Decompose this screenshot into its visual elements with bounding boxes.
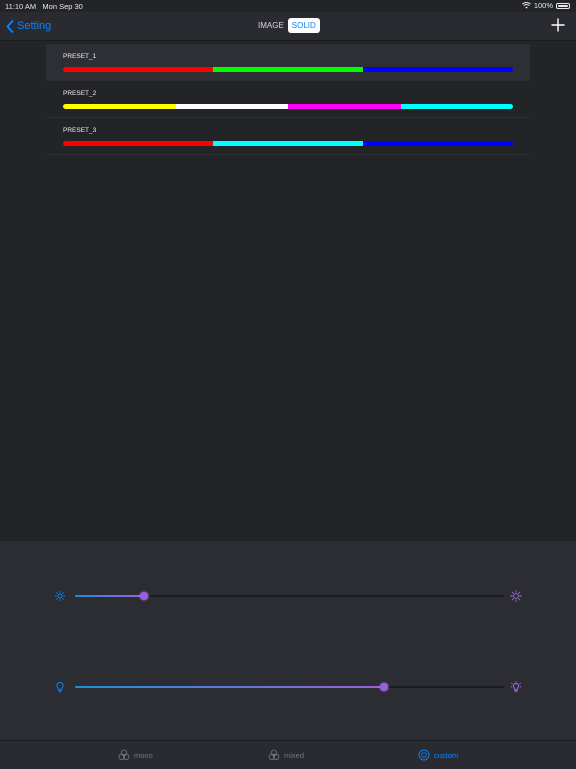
tab-label: mono [134,750,153,760]
preset-item-1[interactable]: PRESET_1 [46,44,530,81]
nav-bar: Setting IMAGE SOLID [0,12,576,41]
status-time: 11:10 AM [5,2,37,11]
color-segment [363,141,513,146]
color-segment [63,67,213,72]
circles-icon [118,749,130,760]
tab-mono[interactable]: mono [118,748,153,762]
add-button[interactable] [550,16,566,34]
battery-percent: 100% [533,1,553,10]
sun-large-icon [510,590,522,602]
palette-icon [418,749,430,761]
status-date: Mon Sep 30 [42,2,83,11]
color-segment [63,141,213,146]
mode-segmented-control: IMAGE SOLID [254,17,320,34]
wifi-icon [521,2,531,9]
tab-bar: mono mixed custom [0,740,576,769]
color-segment [213,67,363,72]
color-segment [63,104,176,109]
segment-image[interactable]: IMAGE [254,18,288,33]
status-time-date: 11:10 AM Mon Sep 30 [5,2,83,11]
plus-icon [551,18,565,32]
brightness-slider-thumb[interactable] [139,592,148,600]
white-slider[interactable] [75,683,504,691]
preset-item-3[interactable]: PRESET_3 [46,118,530,155]
controls-panel [0,541,576,740]
preset-color-bar [63,104,513,109]
tab-mixed[interactable]: mixed [268,748,304,762]
rgb-circles-icon [268,749,280,760]
brightness-slider-fill [75,595,144,597]
back-button[interactable]: Setting [6,16,51,36]
bulb-off-icon [56,682,64,693]
sun-small-icon [54,590,66,602]
color-segment [288,104,401,109]
color-segment [175,104,288,109]
back-label: Setting [17,20,52,32]
brightness-slider[interactable] [75,592,504,600]
white-slider-thumb[interactable] [379,683,388,691]
preset-name: PRESET_2 [63,90,97,97]
preset-list: PRESET_1 PRESET_2 PRESET_3 [46,44,530,155]
status-right: 100% [521,1,570,10]
tab-label: custom [434,750,459,760]
color-segment [400,104,513,109]
tab-custom[interactable]: custom [418,748,458,762]
bulb-on-icon [510,681,522,693]
preset-color-bar [63,141,513,146]
white-slider-row [0,679,576,695]
segment-solid[interactable]: SOLID [287,18,320,33]
preset-color-bar [63,67,513,72]
status-bar: 11:10 AM Mon Sep 30 100% [0,0,576,12]
color-segment [363,67,513,72]
color-segment [213,141,363,146]
tab-label: mixed [284,750,305,760]
preset-name: PRESET_3 [63,127,97,134]
preset-item-2[interactable]: PRESET_2 [46,81,530,118]
chevron-left-icon [6,19,14,33]
battery-icon [556,2,570,9]
preset-name: PRESET_1 [63,53,97,60]
brightness-slider-row [0,588,576,604]
white-slider-fill [75,686,384,688]
